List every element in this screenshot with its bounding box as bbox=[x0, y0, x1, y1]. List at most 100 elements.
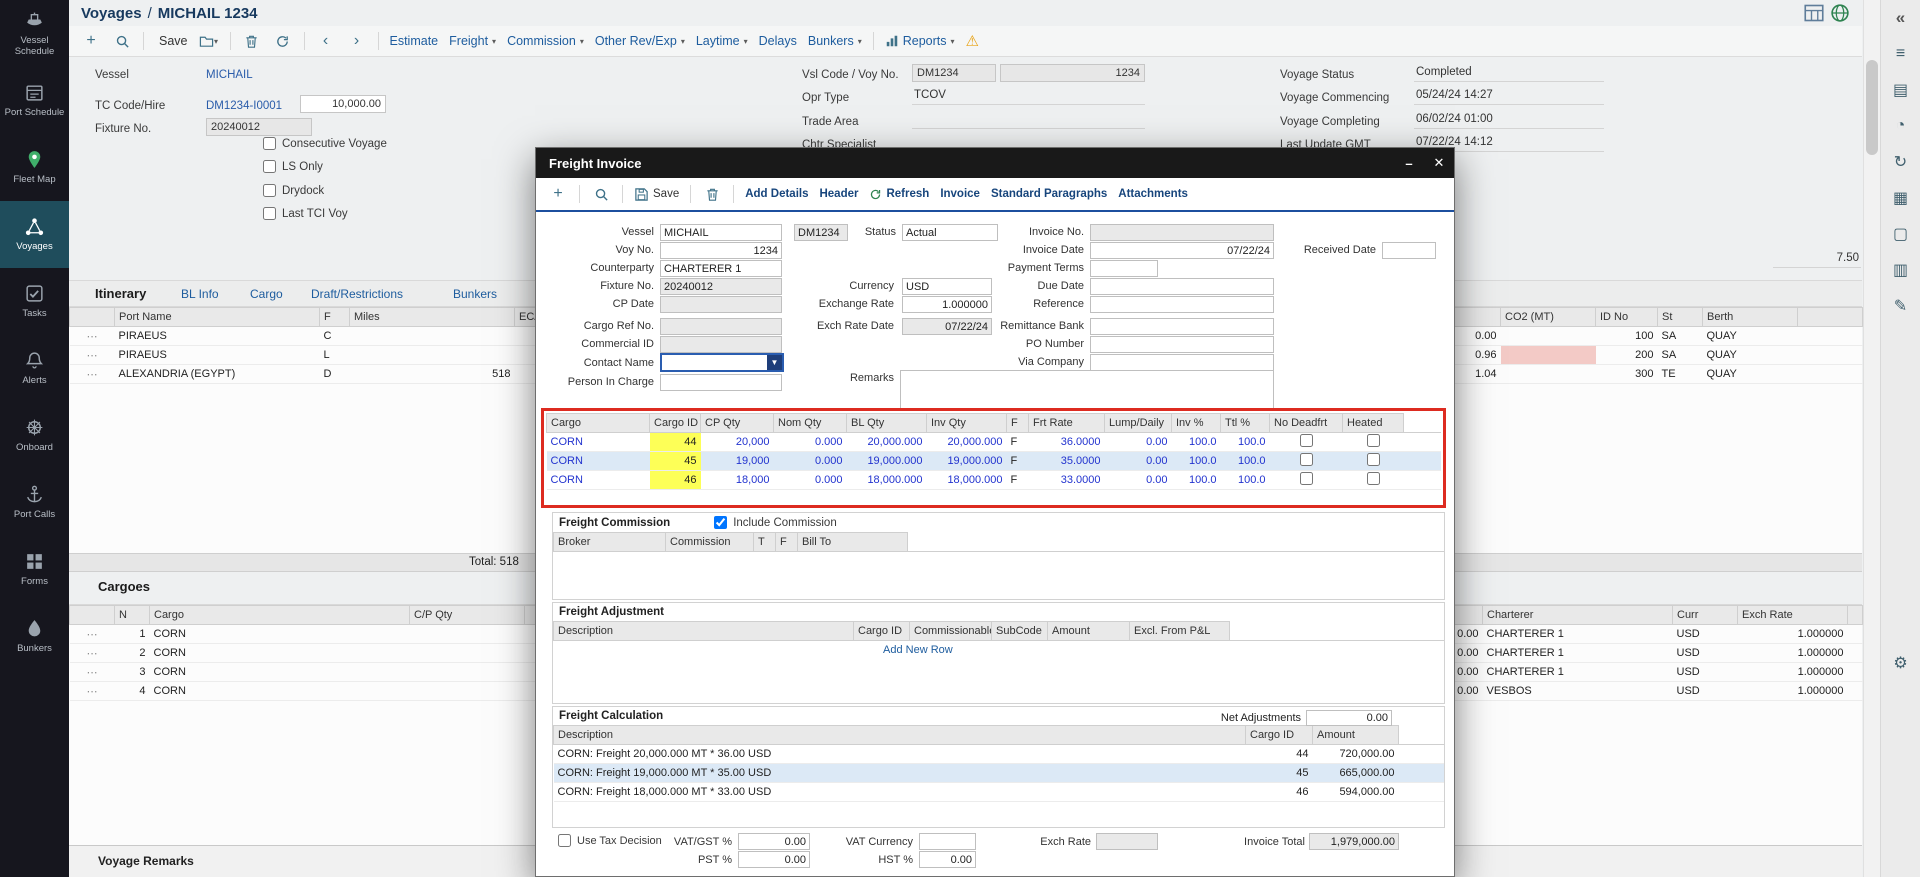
search-icon[interactable] bbox=[591, 184, 611, 204]
reports-menu[interactable]: Reports▾ bbox=[885, 34, 955, 48]
col-cargo-id[interactable]: Cargo ID bbox=[854, 622, 910, 641]
row-menu-icon[interactable]: ⋯ bbox=[70, 327, 115, 346]
other-rev-exp-menu[interactable]: Other Rev/Exp▾ bbox=[595, 34, 685, 48]
vertical-scrollbar[interactable] bbox=[1863, 0, 1880, 877]
contact-name-input[interactable] bbox=[660, 353, 784, 372]
col-inv-pct[interactable]: Inv % bbox=[1172, 414, 1221, 433]
col-exch-rate[interactable]: Exch Rate bbox=[1738, 606, 1848, 625]
reference-input[interactable] bbox=[1090, 296, 1274, 313]
dropdown-arrow-icon[interactable]: ▼ bbox=[767, 355, 782, 370]
commission-menu[interactable]: Commission▾ bbox=[507, 34, 584, 48]
estimate-button[interactable]: Estimate bbox=[390, 34, 439, 48]
col-f[interactable]: F bbox=[320, 308, 350, 327]
sidebar-item-alerts[interactable]: Alerts bbox=[0, 335, 69, 402]
col-amount[interactable]: Amount bbox=[1313, 726, 1399, 745]
last-tci-voy-checkbox[interactable]: Last TCI Voy bbox=[263, 207, 348, 220]
heated-checkbox[interactable] bbox=[1367, 453, 1380, 466]
save-button[interactable]: Save bbox=[155, 34, 188, 48]
col-bill-to[interactable]: Bill To bbox=[798, 533, 908, 552]
col-cargo-id[interactable]: Cargo ID bbox=[650, 414, 701, 433]
fixture-no-input[interactable] bbox=[660, 278, 782, 295]
col-st[interactable]: St bbox=[1658, 308, 1703, 327]
freight-menu[interactable]: Freight▾ bbox=[449, 34, 496, 48]
col-lump-daily[interactable]: Lump/Daily bbox=[1105, 414, 1172, 433]
sidebar-item-voyages[interactable]: Voyages bbox=[0, 201, 69, 268]
tc-code-value[interactable]: DM1234-I0001 bbox=[206, 97, 282, 115]
header-button[interactable]: Header bbox=[819, 188, 858, 200]
search-icon[interactable] bbox=[112, 31, 132, 51]
laytime-menu[interactable]: Laytime▾ bbox=[696, 34, 748, 48]
tab-attachments[interactable]: Attachments bbox=[1118, 188, 1188, 200]
calculation-row[interactable]: CORN: Freight 18,000.000 MT * 33.00 USD … bbox=[554, 783, 1444, 802]
heated-checkbox[interactable] bbox=[1367, 434, 1380, 447]
scrollbar-thumb[interactable] bbox=[1866, 60, 1878, 155]
sidebar-item-bunkers[interactable]: Bunkers bbox=[0, 603, 69, 670]
col-cp-qty[interactable]: C/P Qty bbox=[410, 606, 525, 625]
sidebar-item-onboard[interactable]: Onboard bbox=[0, 402, 69, 469]
exch-rate-input[interactable] bbox=[1096, 833, 1158, 850]
breadcrumb[interactable]: Voyages bbox=[81, 5, 142, 22]
table-view-icon[interactable] bbox=[1804, 3, 1824, 23]
col-cargo[interactable]: Cargo bbox=[547, 414, 650, 433]
tab-itinerary[interactable]: Itinerary bbox=[95, 286, 146, 301]
invoice-date-input[interactable] bbox=[1090, 242, 1274, 259]
col-f[interactable]: F bbox=[1007, 414, 1029, 433]
due-date-input[interactable] bbox=[1090, 278, 1274, 295]
col-t[interactable]: T bbox=[754, 533, 776, 552]
col-description[interactable]: Description bbox=[554, 726, 1246, 745]
vessel-input[interactable] bbox=[660, 224, 782, 241]
refresh-button[interactable]: Refresh bbox=[869, 188, 929, 201]
col-port-name[interactable]: Port Name bbox=[115, 308, 320, 327]
sidebar-item-port-schedule[interactable]: Port Schedule bbox=[0, 67, 69, 134]
col-heated[interactable]: Heated bbox=[1343, 414, 1404, 433]
no-deadfrt-checkbox[interactable] bbox=[1300, 453, 1313, 466]
contact-name-dropdown[interactable]: ▼ bbox=[660, 353, 784, 372]
tab-bunkers[interactable]: Bunkers bbox=[453, 287, 497, 301]
row-menu-icon[interactable]: ⋯ bbox=[70, 346, 115, 365]
col-inv-qty[interactable]: Inv Qty bbox=[927, 414, 1007, 433]
vessel-value[interactable]: MICHAIL bbox=[206, 66, 253, 84]
row-menu-icon[interactable]: ⋯ bbox=[70, 644, 115, 663]
row-menu-icon[interactable]: ⋯ bbox=[70, 365, 115, 384]
col-id-no[interactable]: ID No bbox=[1596, 308, 1658, 327]
pst-input[interactable] bbox=[738, 851, 810, 868]
voy-no-input[interactable] bbox=[660, 242, 782, 259]
vat-currency-input[interactable] bbox=[919, 833, 976, 850]
edit-panel-icon[interactable]: ✎ bbox=[1881, 288, 1920, 324]
col-miles[interactable]: Miles bbox=[350, 308, 515, 327]
remittance-bank-input[interactable] bbox=[1090, 318, 1274, 335]
warning-icon[interactable]: ⚠ bbox=[966, 32, 979, 50]
settings-icon[interactable]: ⚙ bbox=[1881, 645, 1920, 681]
col-amount[interactable]: Amount bbox=[1048, 622, 1130, 641]
col-frt-rate[interactable]: Frt Rate bbox=[1029, 414, 1105, 433]
delete-icon[interactable] bbox=[242, 31, 262, 51]
split-panel-icon[interactable]: ▥ bbox=[1881, 252, 1920, 288]
col-cp-qty[interactable]: CP Qty bbox=[701, 414, 774, 433]
invoice-cargo-row[interactable]: CORN 44 20,000 0.000 20,000.000 20,000.0… bbox=[547, 433, 1441, 452]
vsl-code-field[interactable]: DM1234 bbox=[912, 64, 996, 82]
calculation-row[interactable]: CORN: Freight 19,000.000 MT * 35.00 USD … bbox=[554, 764, 1444, 783]
list-panel-icon[interactable]: ▤ bbox=[1881, 72, 1920, 108]
ls-only-checkbox[interactable]: LS Only bbox=[263, 160, 323, 173]
document-panel-icon[interactable]: ▢ bbox=[1881, 216, 1920, 252]
counterparty-input[interactable] bbox=[660, 260, 782, 277]
col-cargo-id[interactable]: Cargo ID bbox=[1246, 726, 1313, 745]
payment-terms-input[interactable] bbox=[1090, 260, 1158, 277]
add-new-row-link[interactable]: Add New Row bbox=[553, 641, 1444, 656]
col-co2[interactable]: CO2 (MT) bbox=[1501, 308, 1596, 327]
sidebar-item-fleet-map[interactable]: Fleet Map bbox=[0, 134, 69, 201]
bunkers-menu[interactable]: Bunkers▾ bbox=[808, 34, 862, 48]
col-subcode[interactable]: SubCode bbox=[992, 622, 1048, 641]
sidebar-item-vessel-schedule[interactable]: Vessel Schedule bbox=[0, 0, 69, 67]
calculation-row[interactable]: CORN: Freight 20,000.000 MT * 36.00 USD … bbox=[554, 745, 1444, 764]
invoice-no-input[interactable] bbox=[1090, 224, 1274, 241]
row-menu-icon[interactable]: ⋯ bbox=[70, 625, 115, 644]
save-options-icon[interactable]: ▾ bbox=[199, 31, 219, 51]
opr-type-field[interactable]: TCOV bbox=[912, 87, 1145, 105]
prev-icon[interactable]: ‹ bbox=[316, 31, 336, 51]
col-ttl-pct[interactable]: Ttl % bbox=[1221, 414, 1270, 433]
col-broker[interactable]: Broker bbox=[554, 533, 666, 552]
cp-date-input[interactable] bbox=[660, 296, 782, 313]
delete-icon[interactable] bbox=[702, 184, 722, 204]
refresh-icon[interactable] bbox=[273, 31, 293, 51]
